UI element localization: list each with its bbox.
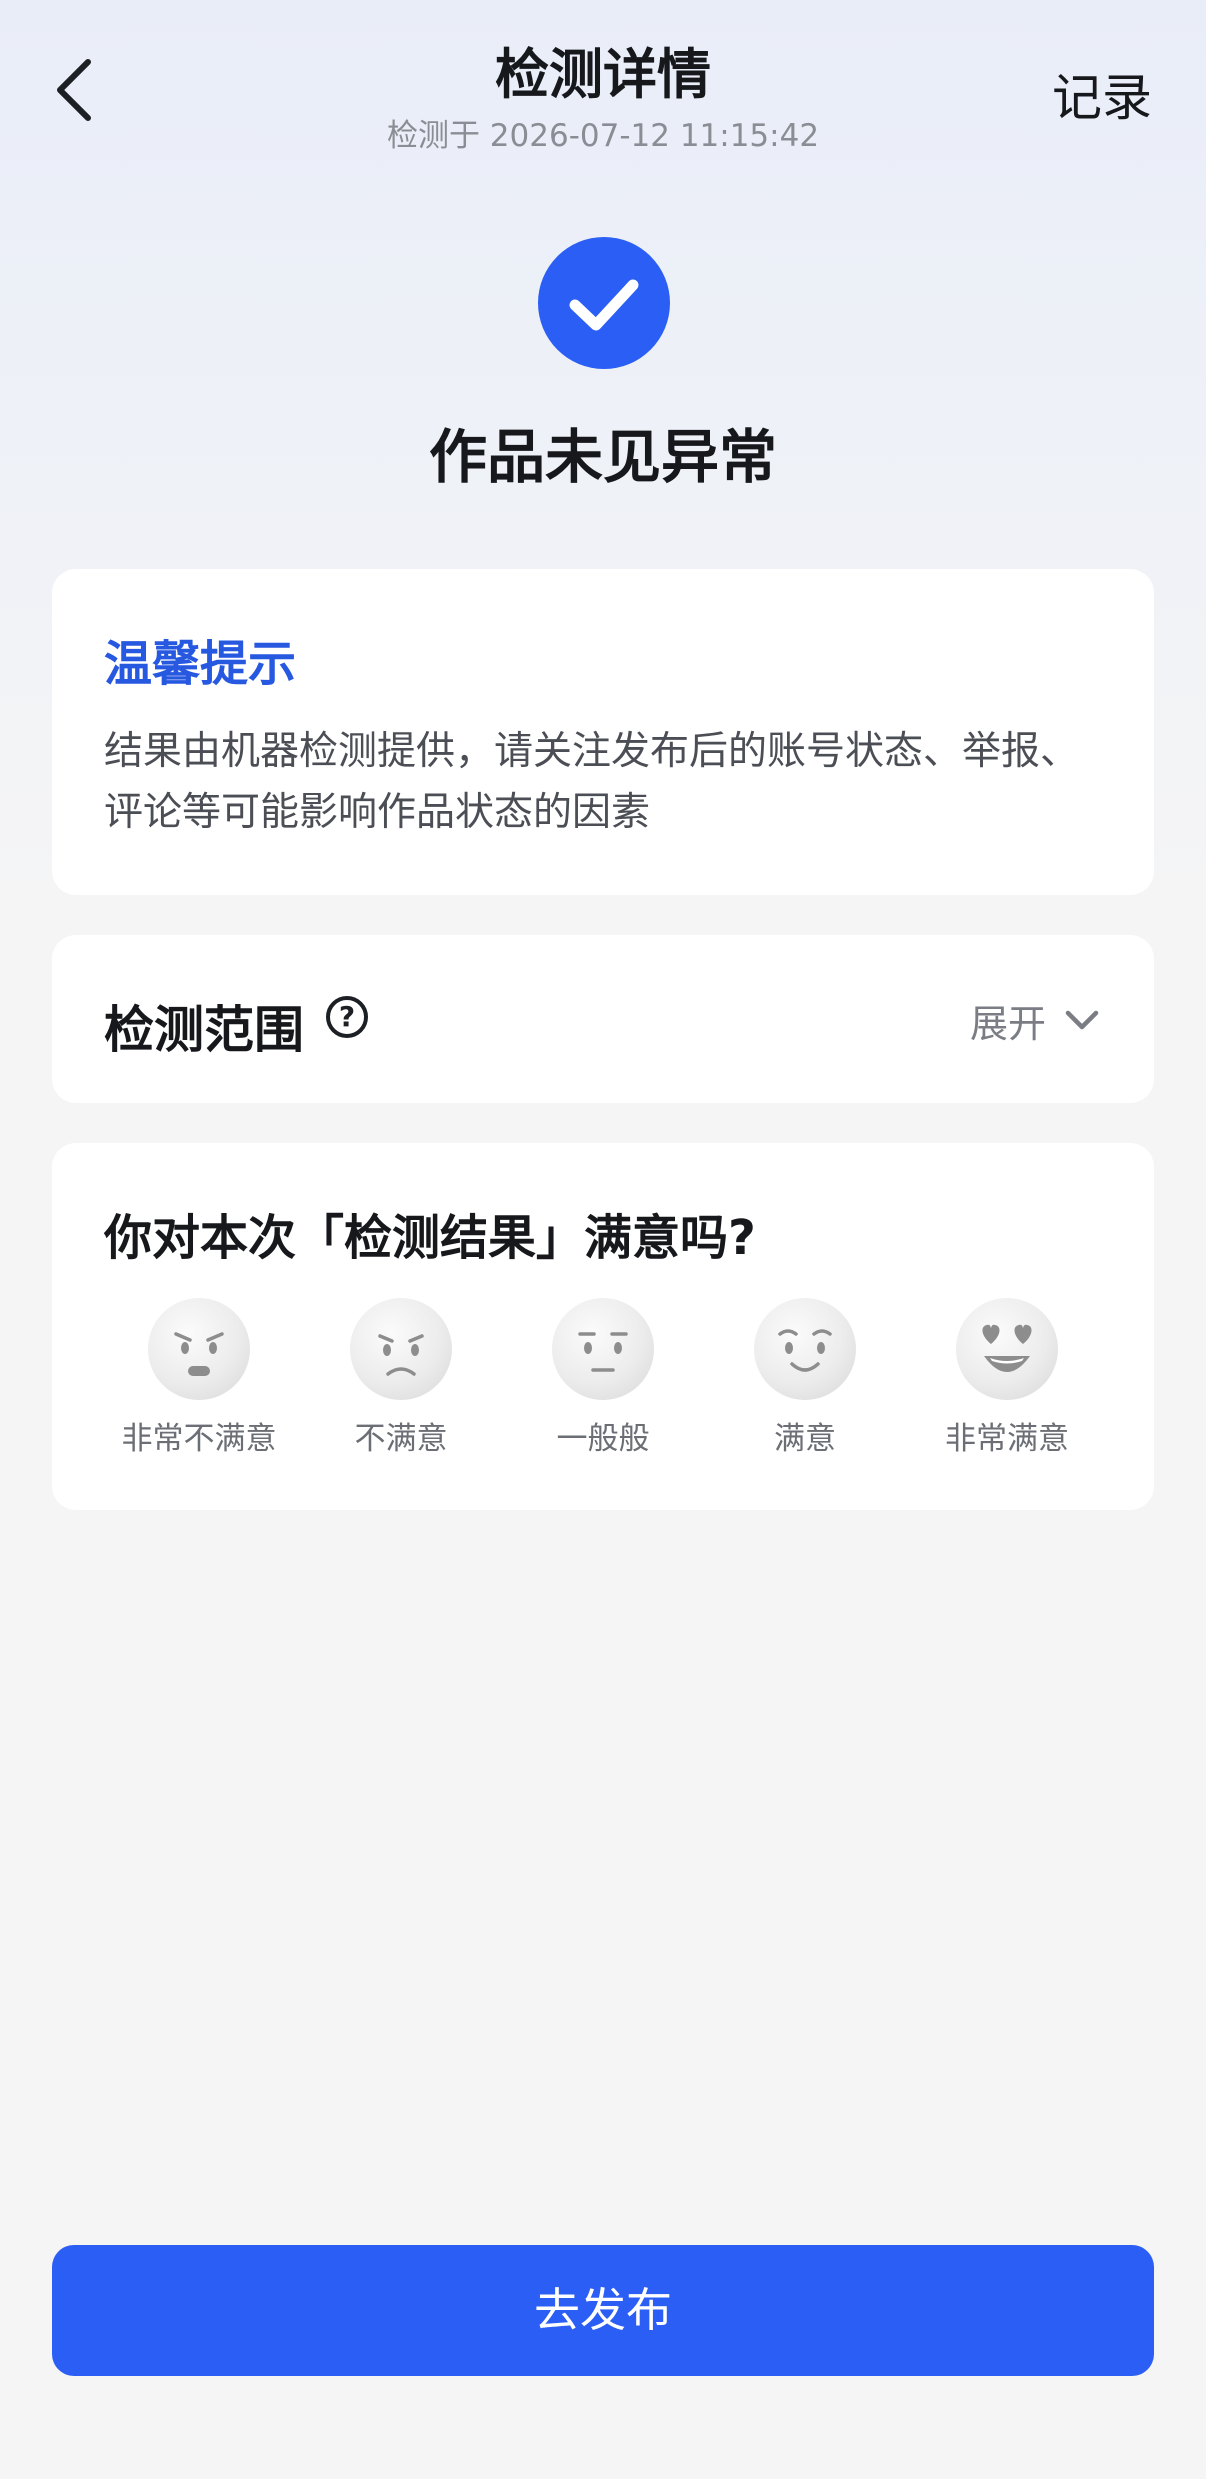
dissatisfied-face-icon [350, 1298, 452, 1400]
rating-option-label: 非常不满意 [121, 1421, 277, 1457]
check-circle-icon [538, 237, 670, 369]
survey-question: 你对本次「检测结果」满意吗? [104, 1210, 756, 1266]
header: 检测详情 检测于 2026-07-12 11:15:42 记录 [0, 0, 1206, 160]
very-satisfied-face-icon [956, 1298, 1058, 1400]
tip-card: 温馨提示 结果由机器检测提供，请关注发布后的账号状态、举报、评论等可能影响作品状… [52, 569, 1154, 895]
rating-option-label: 一般般 [556, 1421, 650, 1457]
satisfaction-survey-card: 你对本次「检测结果」满意吗? 非常不满意 不满意 一般般 满意 非常满意 [52, 1143, 1154, 1510]
rating-option-label: 非常满意 [945, 1421, 1069, 1457]
detection-scope-card[interactable]: 检测范围 ? 展开 [52, 935, 1154, 1103]
expand-label: 展开 [969, 1001, 1046, 1046]
rating-option-very-satisfied[interactable]: 非常满意 [905, 1298, 1109, 1468]
rating-option-neutral[interactable]: 一般般 [501, 1298, 705, 1468]
help-icon[interactable]: ? [326, 996, 368, 1038]
publish-button[interactable]: 去发布 [52, 2245, 1154, 2376]
neutral-face-icon [552, 1298, 654, 1400]
rating-options: 非常不满意 不满意 一般般 满意 非常满意 [97, 1298, 1109, 1468]
records-button[interactable]: 记录 [1052, 58, 1152, 130]
very-dissatisfied-face-icon [148, 1298, 250, 1400]
satisfied-face-icon [754, 1298, 856, 1400]
rating-option-label: 满意 [774, 1421, 836, 1457]
tip-body: 结果由机器检测提供，请关注发布后的账号状态、举报、评论等可能影响作品状态的因素 [104, 729, 1080, 835]
rating-option-satisfied[interactable]: 满意 [703, 1298, 907, 1468]
detection-timestamp: 检测于 2026-07-12 11:15:42 [386, 118, 820, 154]
chevron-down-icon [1065, 1010, 1099, 1030]
rating-option-label: 不满意 [354, 1421, 448, 1457]
rating-option-very-dissatisfied[interactable]: 非常不满意 [97, 1298, 301, 1468]
tip-title: 温馨提示 [104, 636, 297, 692]
status-text: 作品未见异常 [428, 423, 777, 491]
page-title: 检测详情 [495, 43, 711, 106]
expand-toggle[interactable]: 展开 [969, 995, 1100, 1046]
scope-title: 检测范围 [104, 1001, 304, 1059]
rating-option-dissatisfied[interactable]: 不满意 [299, 1298, 503, 1468]
